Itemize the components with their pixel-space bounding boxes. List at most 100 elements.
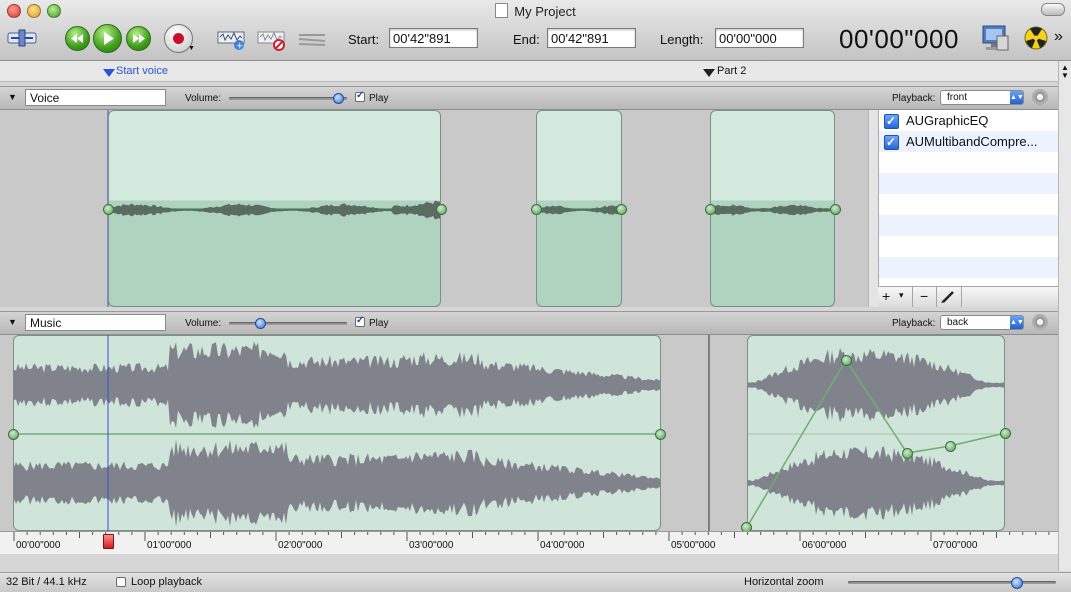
volume-slider[interactable] — [229, 322, 347, 325]
voice-lane — [0, 110, 879, 307]
collapse-triangle-icon[interactable]: ▼ — [8, 92, 17, 102]
loop-playback-checkbox[interactable] — [116, 577, 126, 587]
ruler-tick-label: 00'00"000 — [16, 540, 61, 551]
marker-label: Part 2 — [717, 65, 747, 77]
ruler-tick-label: 07'00"000 — [933, 540, 978, 551]
ruler-tick-label: 04'00"000 — [540, 540, 585, 551]
start-label: Start: — [348, 32, 380, 47]
scroll-down-arrow-icon[interactable]: ▼ — [1061, 71, 1069, 80]
end-label: End: — [513, 32, 540, 47]
divider — [961, 287, 962, 307]
envelope-node[interactable] — [841, 355, 852, 366]
envelope-node[interactable] — [655, 429, 666, 440]
track-name-field[interactable]: Voice — [25, 89, 166, 106]
envelope-node[interactable] — [945, 441, 956, 452]
updown-arrows-icon: ▲▼ — [1010, 91, 1024, 104]
envelope-node[interactable] — [902, 448, 913, 459]
window-title-text: My Project — [514, 4, 576, 19]
remove-track-icon[interactable] — [257, 29, 287, 51]
rewind-icon[interactable] — [65, 26, 90, 51]
envelope-node[interactable] — [103, 204, 114, 215]
record-options-chevron-icon[interactable]: ▼ — [188, 45, 195, 52]
vertical-scrollbar[interactable]: ▲ ▼ — [1058, 61, 1071, 571]
voice-clip-2[interactable] — [536, 110, 622, 307]
envelope-node[interactable] — [436, 204, 447, 215]
horizontal-zoom-knob[interactable] — [1010, 577, 1023, 589]
time-display: 00'00"000 — [839, 24, 959, 54]
effect-row[interactable]: AUGraphicEQ — [879, 110, 1059, 132]
gear-icon[interactable] — [1032, 89, 1048, 105]
toolbar-toggle-button[interactable] — [1041, 3, 1065, 16]
playback-value: front — [947, 92, 968, 103]
horizontal-zoom-slider[interactable] — [848, 581, 1056, 584]
marker-label: Start voice — [116, 65, 168, 77]
play-checkbox[interactable] — [355, 315, 365, 327]
updown-arrows-icon: ▲▼ — [1010, 316, 1024, 329]
playhead-handle[interactable] — [103, 534, 114, 549]
ruler-tick-label: 02'00"000 — [278, 540, 323, 551]
fast-forward-icon[interactable] — [126, 26, 151, 51]
ruler-tick-label: 03'00"000 — [409, 540, 454, 551]
effect-enabled-checkbox[interactable] — [884, 132, 899, 153]
divider — [912, 287, 913, 307]
voice-clip-3[interactable] — [710, 110, 835, 307]
music-track-header: ▼ Music Volume: Play Playback: back ▲▼ — [0, 311, 1058, 335]
add-track-icon[interactable]: + — [217, 29, 247, 52]
music-clip-2[interactable] — [747, 335, 1005, 531]
timeline-ruler[interactable]: 00'00"000 01'00"000 02'00"000 03'00"000 04'0… — [0, 531, 1071, 554]
end-field[interactable]: 00'42"891 — [547, 28, 636, 48]
effect-name: AUMultibandCompre... — [906, 134, 1038, 149]
volume-slider-knob[interactable] — [332, 93, 344, 104]
start-field[interactable]: 00'42"891 — [389, 28, 478, 48]
split-icon[interactable] — [297, 29, 327, 51]
audio-format: 32 Bit / 44.1 kHz — [6, 576, 87, 588]
envelope-node[interactable] — [705, 204, 716, 215]
envelope-node[interactable] — [531, 204, 542, 215]
playback-label: Playback: — [892, 93, 936, 104]
music-clip-1[interactable] — [13, 335, 661, 531]
playback-select[interactable]: front ▲▼ — [940, 90, 1024, 105]
voice-track-header: ▼ Voice Volume: Play Playback: front ▲▼ — [0, 86, 1058, 110]
toolbar-overflow-button[interactable]: » — [1054, 28, 1063, 46]
envelope-node[interactable] — [1000, 428, 1011, 439]
voice-clip-1[interactable] — [108, 110, 441, 307]
remove-effect-button[interactable]: − — [920, 288, 928, 304]
length-field[interactable]: 00'00"000 — [715, 28, 804, 48]
monitor-icon[interactable] — [980, 24, 1010, 52]
empty-row — [879, 257, 1059, 278]
effect-name: AUGraphicEQ — [906, 113, 989, 128]
edit-effect-pencil-icon[interactable] — [940, 290, 956, 304]
play-icon[interactable] — [93, 24, 122, 53]
ruler-tick-label: 06'00"000 — [802, 540, 847, 551]
playback-label: Playback: — [892, 318, 936, 329]
play-checkbox[interactable] — [355, 90, 365, 102]
gear-icon[interactable] — [1032, 314, 1048, 330]
empty-row — [879, 236, 1059, 257]
playback-select[interactable]: back ▲▼ — [940, 315, 1024, 330]
volume-slider-knob[interactable] — [254, 318, 266, 329]
effect-enabled-checkbox[interactable] — [884, 111, 899, 132]
add-effect-button[interactable]: + — [882, 288, 890, 304]
volume-slider[interactable] — [229, 97, 347, 100]
playback-value: back — [947, 317, 969, 328]
track-name-field[interactable]: Music — [25, 314, 166, 331]
envelope-node[interactable] — [616, 204, 627, 215]
empty-row — [879, 152, 1059, 173]
svg-text:+: + — [236, 42, 244, 52]
add-effect-menu-chevron-icon[interactable]: ▾ — [899, 290, 904, 301]
effects-toolbar: + ▾ − — [878, 286, 1058, 307]
effects-list: AUGraphicEQ AUMultibandCompre... — [878, 110, 1059, 306]
music-lane — [0, 335, 1058, 533]
window-toolbar: My Project ▼ + Start: 00'42"891 End: 00'… — [0, 0, 1071, 61]
envelope-node[interactable] — [8, 429, 19, 440]
volume-label: Volume: — [185, 93, 222, 104]
burn-icon[interactable] — [1024, 26, 1048, 50]
empty-row — [879, 215, 1059, 236]
document-icon — [495, 3, 509, 18]
horizontal-zoom-label: Horizontal zoom — [744, 576, 824, 588]
play-label: Play — [369, 318, 389, 329]
marker-edit-icon[interactable] — [7, 29, 37, 47]
collapse-triangle-icon[interactable]: ▼ — [8, 317, 17, 327]
envelope-node[interactable] — [830, 204, 841, 215]
effect-row[interactable]: AUMultibandCompre... — [879, 131, 1059, 153]
